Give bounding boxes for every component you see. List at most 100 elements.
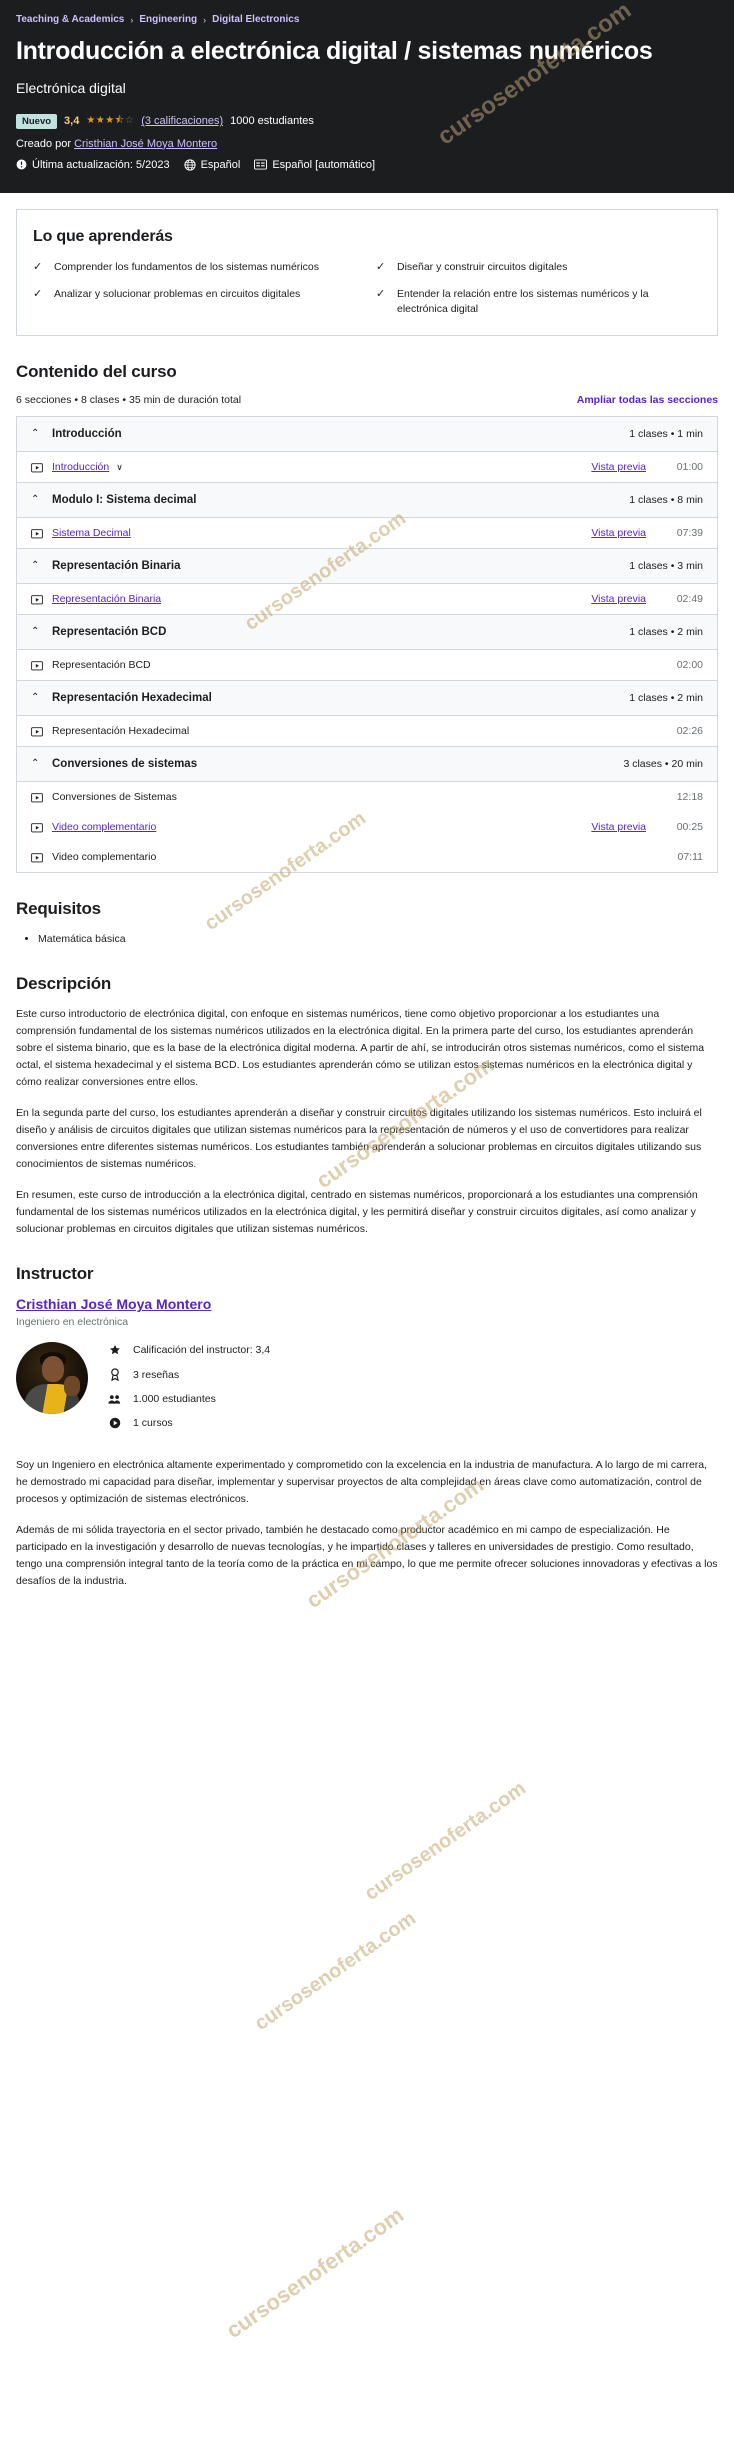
lecture-title: Conversiones de Sistemas [52, 791, 177, 804]
accordion-section: ⌃ Introducción 1 clases • 1 min Introducció… [17, 417, 717, 483]
course-content-accordion: ⌃ Introducción 1 clases • 1 min Introducció… [16, 416, 718, 874]
course-page: Teaching & Academics › Engineering › Dig… [0, 0, 734, 2343]
lecture-name-cell: Sistema Decimal [52, 527, 582, 539]
page-title: Introducción a electrónica digital / sis… [16, 37, 653, 65]
award-icon [108, 1368, 121, 1382]
accordion-section-header[interactable]: ⌃ Representación Binaria 1 clases • 3 min [17, 549, 717, 584]
rating-row: Nuevo 3,4 ★★★⯪☆ (3 calificaciones) 1000 … [16, 114, 718, 129]
chevron-up-icon: ⌃ [31, 692, 40, 704]
lecture-row: Introducción ∨ Vista previa 01:00 [17, 452, 717, 482]
accordion-section-body: Sistema Decimal Vista previa 07:39 [17, 517, 717, 549]
description-paragraph: En resumen, este curso de introducción a… [16, 1189, 698, 1236]
closed-caption-icon [254, 159, 268, 170]
lecture-title-link[interactable]: Introducción [52, 461, 109, 473]
check-icon: ✓ [33, 287, 43, 300]
lecture-name-cell: Representación BCD [52, 659, 637, 671]
accordion-section: ⌃ Modulo I: Sistema decimal 1 clases • 8 m… [17, 482, 717, 549]
play-circle-icon [108, 1417, 121, 1429]
lecture-title: Representación BCD [52, 659, 151, 672]
lecture-duration: 07:39 [676, 527, 703, 540]
accordion-section-header[interactable]: ⌃ Representación Hexadecimal 1 clases • 2 … [17, 681, 717, 716]
learn-item: ✓ Analizar y solucionar problemas en cir… [33, 287, 358, 317]
lecture-name-cell: Representación Binaria [52, 593, 582, 605]
lecture-name-cell: Video complementario [52, 821, 582, 833]
check-icon: ✓ [376, 287, 386, 300]
preview-link[interactable]: Vista previa [591, 821, 646, 833]
instructor-title: Instructor [16, 1264, 94, 1284]
instructor-role: Ingeniero en electrónica [16, 1316, 129, 1329]
instructor-link[interactable]: Cristhian José Moya Montero [74, 138, 217, 150]
accordion-section-header[interactable]: ⌃ Representación BCD 1 clases • 2 min [17, 615, 717, 650]
requirements-title: Requisitos [16, 899, 101, 919]
accordion-section-meta: 1 clases • 1 min [629, 428, 703, 441]
chevron-up-icon: ⌃ [31, 560, 40, 572]
expand-all-sections-button[interactable]: Ampliar todas las secciones [577, 394, 718, 406]
captions-meta: Español [automático] [254, 159, 375, 171]
video-icon [31, 821, 43, 833]
lecture-duration: 02:00 [676, 659, 703, 672]
accordion-section-header[interactable]: ⌃ Introducción 1 clases • 1 min [17, 417, 717, 452]
accordion-section-header[interactable]: ⌃ Modulo I: Sistema decimal 1 clases • 8 m… [17, 483, 717, 518]
video-icon [31, 851, 43, 863]
instructor-name-link[interactable]: Cristhian José Moya Montero [16, 1296, 211, 1312]
accordion-section-header[interactable]: ⌃ Conversiones de sistemas 3 clases • 20 m… [17, 747, 717, 782]
course-subtitle: Electrónica digital [16, 79, 126, 96]
accordion-section-title: Representación Hexadecimal [52, 692, 212, 705]
users-icon [108, 1394, 121, 1405]
breadcrumb-item-1[interactable]: Engineering [139, 14, 197, 25]
preview-link[interactable]: Vista previa [591, 593, 646, 605]
what-you-will-learn-card: Lo que aprenderás ✓ Comprender los funda… [16, 208, 718, 337]
accordion-section-title: Representación BCD [52, 626, 167, 639]
chevron-up-icon: ⌃ [31, 428, 40, 440]
lecture-title-link[interactable]: Sistema Decimal [52, 527, 131, 539]
course-content-summary-row: 6 secciones • 8 clases • 35 min de durac… [16, 394, 718, 406]
accordion-section-body: Representación Binaria Vista previa 02:49 [17, 583, 717, 615]
avatar[interactable] [16, 1342, 88, 1415]
lecture-title: Representación Hexadecimal [52, 725, 190, 738]
accordion-section-body: Representación BCD 02:00 [17, 649, 717, 681]
instructor-profile-block: Calificación del instructor: 3,4 3 reseñ… [16, 1342, 718, 1441]
description-paragraph: Este curso introductorio de electrónica … [16, 1008, 705, 1089]
lecture-title-link[interactable]: Representación Binaria [52, 593, 161, 605]
lecture-row: Video complementario Vista previa 00:25 [17, 812, 717, 842]
what-you-will-learn-title: Lo que aprenderás [33, 227, 173, 245]
accordion-section-meta: 1 clases • 8 min [629, 494, 703, 507]
breadcrumb-item-0[interactable]: Teaching & Academics [16, 14, 124, 25]
globe-icon [183, 159, 196, 171]
created-by-label: Creado por [16, 137, 72, 150]
lecture-row: Video complementario 07:11 [17, 842, 717, 872]
breadcrumb: Teaching & Academics › Engineering › Dig… [16, 14, 718, 25]
chevron-down-icon[interactable]: ∨ [116, 462, 123, 473]
breadcrumb-item-2[interactable]: Digital Electronics [212, 14, 299, 25]
rating-value: 3,4 [64, 115, 80, 128]
ratings-count-link[interactable]: (3 calificaciones) [141, 115, 223, 127]
accordion-section-meta: 1 clases • 3 min [629, 560, 703, 573]
preview-link[interactable]: Vista previa [591, 527, 646, 539]
watermark-text: cursosenoferta.com [221, 2202, 409, 2344]
instructor-stat-label: Calificación del instructor: 3,4 [133, 1344, 271, 1357]
accordion-section: ⌃ Representación Hexadecimal 1 clases • 2 … [17, 680, 717, 747]
chevron-up-icon: ⌃ [31, 626, 40, 638]
accordion-section-body: Introducción ∨ Vista previa 01:00 [17, 451, 717, 483]
avatar-arm [64, 1376, 80, 1397]
instructor-bio-paragraph: Además de mi sólida trayectoria en el se… [16, 1524, 718, 1588]
lecture-row: Representación Hexadecimal 02:26 [17, 716, 717, 746]
video-icon [31, 725, 43, 737]
accordion-section-meta: 1 clases • 2 min [629, 692, 703, 705]
star-icon [108, 1344, 121, 1356]
learn-item: ✓ Comprender los fundamentos de los sist… [33, 260, 358, 275]
video-icon [31, 461, 43, 473]
lecture-row: Conversiones de Sistemas 12:18 [17, 782, 717, 812]
lecture-name-cell: Video complementario [52, 851, 637, 863]
course-hero: Teaching & Academics › Engineering › Dig… [0, 0, 734, 193]
requirements-list: Matemática básica [16, 931, 718, 948]
learn-item-label: Comprender los fundamentos de los sistem… [54, 260, 319, 273]
language-text: Español [200, 158, 241, 171]
instructor-stat-students: 1.000 estudiantes [108, 1393, 270, 1405]
accordion-section-title: Representación Binaria [52, 560, 181, 573]
instructor-stat-label: 3 reseñas [133, 1368, 180, 1381]
instructor-stats: Calificación del instructor: 3,4 3 reseñ… [108, 1342, 270, 1441]
preview-link[interactable]: Vista previa [591, 461, 646, 473]
accordion-section-title: Conversiones de sistemas [52, 758, 198, 771]
lecture-title-link[interactable]: Video complementario [52, 821, 156, 833]
